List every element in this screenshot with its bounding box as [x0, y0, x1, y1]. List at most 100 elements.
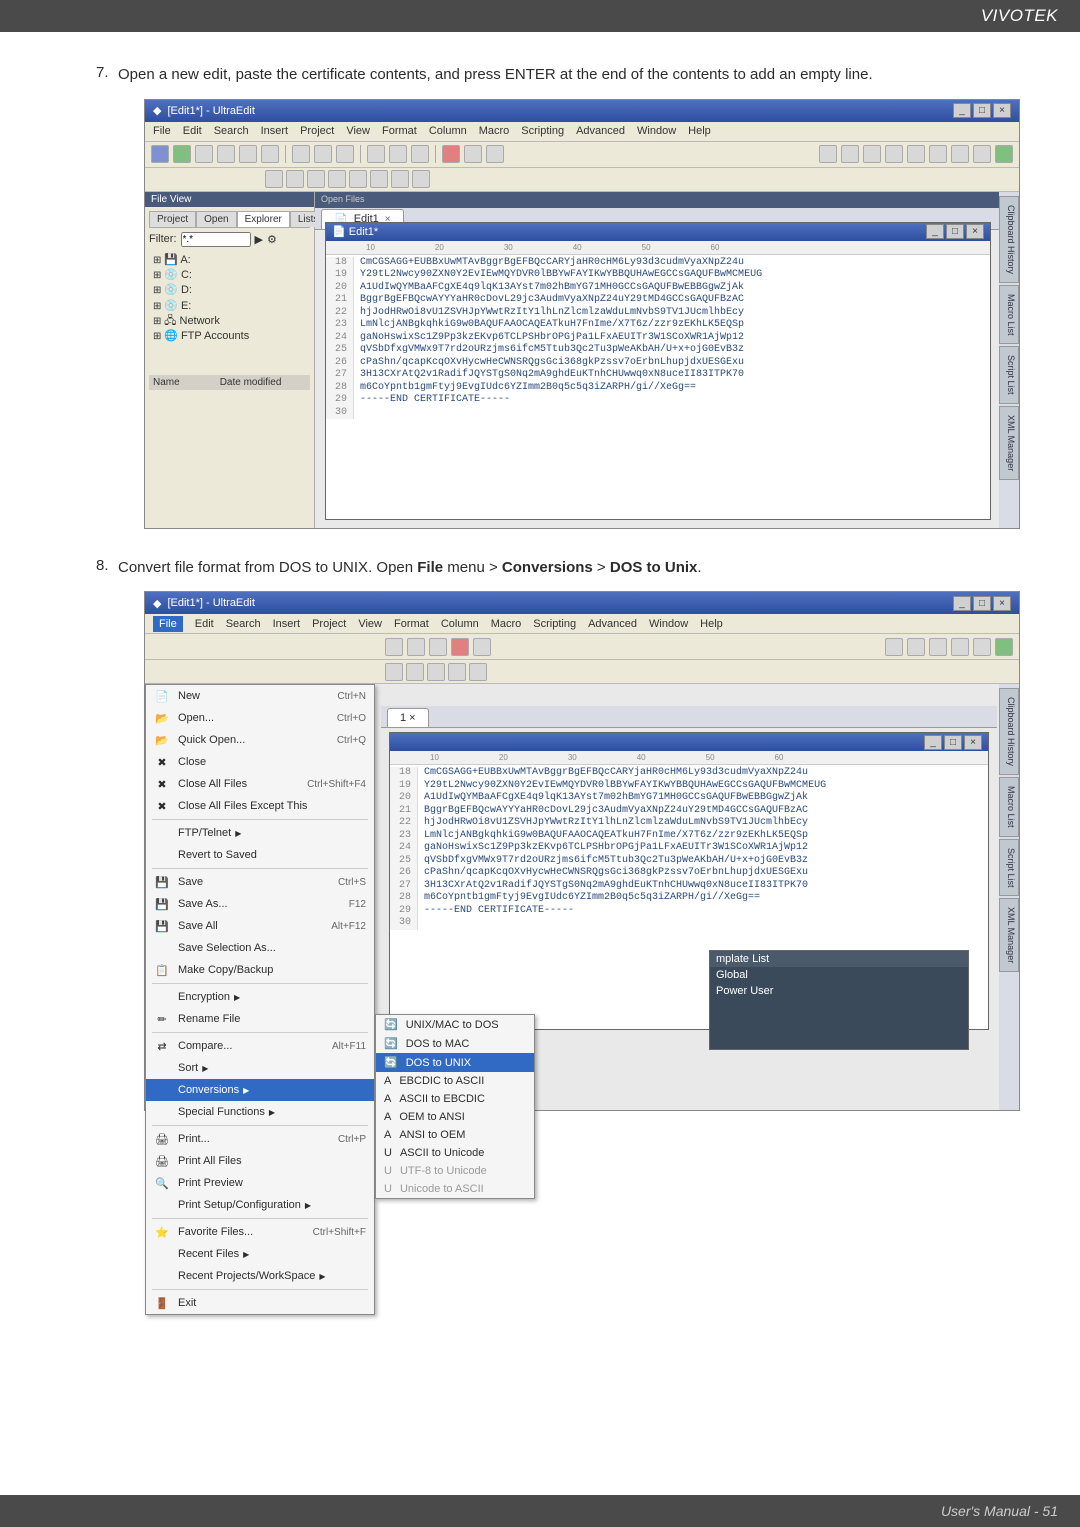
menu-edit-2[interactable]: Edit	[195, 618, 214, 630]
maximize-button[interactable]: □	[973, 103, 991, 118]
tool2e-icon[interactable]	[473, 638, 491, 656]
tree-drive-a[interactable]: 💾 A:	[153, 253, 310, 268]
tool2g-icon[interactable]	[907, 638, 925, 656]
tool2f-icon[interactable]	[885, 638, 903, 656]
menu-macro-2[interactable]: Macro	[491, 618, 522, 630]
menu-column-2[interactable]: Column	[441, 618, 479, 630]
menu-item[interactable]: ⭐Favorite Files...Ctrl+Shift+F	[146, 1221, 374, 1243]
menu-item[interactable]: 💾SaveCtrl+S	[146, 871, 374, 893]
menu-item[interactable]: Recent Files	[146, 1243, 374, 1265]
submenu-item[interactable]: AANSI to OEM	[376, 1126, 534, 1144]
rtab-script-2[interactable]: Script List	[999, 839, 1019, 897]
tool2s-d-icon[interactable]	[448, 663, 466, 681]
tree-network[interactable]: 🖧 Network	[153, 314, 310, 329]
tree-drive-d[interactable]: 💿 D:	[153, 283, 310, 298]
tool-paste-icon[interactable]	[261, 145, 279, 163]
menu-window-2[interactable]: Window	[649, 618, 688, 630]
menu-advanced[interactable]: Advanced	[576, 125, 625, 137]
menu-help-2[interactable]: Help	[700, 618, 723, 630]
tool-d-icon[interactable]	[442, 145, 460, 163]
menu-view-2[interactable]: View	[358, 618, 382, 630]
menu-scripting-2[interactable]: Scripting	[533, 618, 576, 630]
sidebar-tab-explorer[interactable]: Explorer	[237, 211, 290, 227]
tool2a-icon[interactable]	[385, 638, 403, 656]
menu-item[interactable]: 📄NewCtrl+N	[146, 685, 374, 707]
tool-j-icon[interactable]	[907, 145, 925, 163]
menu-window[interactable]: Window	[637, 125, 676, 137]
submenu-item[interactable]: UUTF-8 to Unicode	[376, 1162, 534, 1180]
menu-file-2[interactable]: File	[153, 616, 183, 632]
menu-item[interactable]: ✏Rename File	[146, 1008, 374, 1030]
tool2-f-icon[interactable]	[370, 170, 388, 188]
menu-item[interactable]: Save Selection As...	[146, 937, 374, 959]
menu-item[interactable]: Special Functions	[146, 1101, 374, 1123]
menu-help[interactable]: Help	[688, 125, 711, 137]
tool2s-b-icon[interactable]	[406, 663, 424, 681]
menu-insert-2[interactable]: Insert	[273, 618, 301, 630]
tool2-b-icon[interactable]	[286, 170, 304, 188]
close-button-2[interactable]: ×	[993, 596, 1011, 611]
code-area[interactable]: 18CmCGSAGG+EUBBxUwMTAvBggrBgEFBQcCARYjaH…	[326, 255, 990, 519]
menu-file[interactable]: File	[153, 125, 171, 137]
tool-open-icon[interactable]	[173, 145, 191, 163]
menu-item[interactable]: Print Setup/Configuration	[146, 1194, 374, 1216]
inner2-min-button[interactable]: _	[924, 735, 942, 750]
menu-item[interactable]: 💾Save As...F12	[146, 893, 374, 915]
tool-b-icon[interactable]	[389, 145, 407, 163]
tool-g-icon[interactable]	[841, 145, 859, 163]
menu-format[interactable]: Format	[382, 125, 417, 137]
rtab-xml[interactable]: XML Manager	[999, 406, 1019, 480]
tool-back-icon[interactable]	[195, 145, 213, 163]
tool-a-icon[interactable]	[367, 145, 385, 163]
rtab-macro[interactable]: Macro List	[999, 285, 1019, 345]
template-row-global[interactable]: Global	[710, 967, 968, 983]
submenu-item[interactable]: AEBCDIC to ASCII	[376, 1072, 534, 1090]
tool-find-icon[interactable]	[819, 145, 837, 163]
tool-i-icon[interactable]	[885, 145, 903, 163]
menu-item[interactable]: Encryption	[146, 986, 374, 1008]
tool-m-icon[interactable]	[973, 145, 991, 163]
tool-f-icon[interactable]	[486, 145, 504, 163]
menu-advanced-2[interactable]: Advanced	[588, 618, 637, 630]
menu-project[interactable]: Project	[300, 125, 334, 137]
menu-search[interactable]: Search	[214, 125, 249, 137]
minimize-button[interactable]: _	[953, 103, 971, 118]
close-button[interactable]: ×	[993, 103, 1011, 118]
menu-item[interactable]: 📋Make Copy/Backup	[146, 959, 374, 981]
menu-column[interactable]: Column	[429, 125, 467, 137]
template-row-power[interactable]: Power User	[710, 983, 968, 999]
tree-drive-e[interactable]: 💿 E:	[153, 299, 310, 314]
tool2-e-icon[interactable]	[349, 170, 367, 188]
tool2s-e-icon[interactable]	[469, 663, 487, 681]
tool-h-icon[interactable]	[863, 145, 881, 163]
submenu-item[interactable]: 🔄UNIX/MAC to DOS	[376, 1015, 534, 1034]
submenu-item[interactable]: AOEM to ANSI	[376, 1108, 534, 1126]
tool2-h-icon[interactable]	[412, 170, 430, 188]
maximize-button-2[interactable]: □	[973, 596, 991, 611]
menu-insert[interactable]: Insert	[261, 125, 289, 137]
tool2-d-icon[interactable]	[328, 170, 346, 188]
rtab-clipboard-2[interactable]: Clipboard History	[999, 688, 1019, 775]
tool2-c-icon[interactable]	[307, 170, 325, 188]
tool2s-c-icon[interactable]	[427, 663, 445, 681]
menu-item[interactable]: ✖Close	[146, 751, 374, 773]
tool2i-icon[interactable]	[951, 638, 969, 656]
submenu-item[interactable]: 🔄DOS to MAC	[376, 1034, 534, 1053]
inner-close-button[interactable]: ×	[966, 224, 984, 239]
menu-project-2[interactable]: Project	[312, 618, 346, 630]
tool2j-icon[interactable]	[973, 638, 991, 656]
tool-l-icon[interactable]	[951, 145, 969, 163]
tool-e-icon[interactable]	[464, 145, 482, 163]
tool-k-icon[interactable]	[929, 145, 947, 163]
submenu-item[interactable]: 🔄DOS to UNIX	[376, 1053, 534, 1072]
col-name[interactable]: Name	[153, 377, 180, 388]
menu-item[interactable]: Sort	[146, 1057, 374, 1079]
menu-item[interactable]: 🚪Exit	[146, 1292, 374, 1314]
filter-input[interactable]	[181, 232, 251, 247]
tool-fwd-icon[interactable]	[217, 145, 235, 163]
tree-ftp[interactable]: 🌐 FTP Accounts	[153, 329, 310, 344]
menu-item[interactable]: Conversions	[146, 1079, 374, 1101]
tool2b-icon[interactable]	[407, 638, 425, 656]
tool-paste2-icon[interactable]	[336, 145, 354, 163]
sidebar-tab-project[interactable]: Project	[149, 211, 196, 227]
